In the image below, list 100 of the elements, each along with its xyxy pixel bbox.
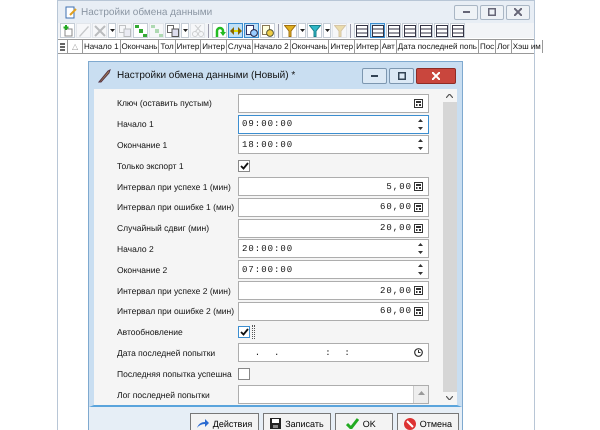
column-header[interactable]: Интер (201, 40, 227, 53)
spin-icon[interactable] (418, 264, 423, 276)
save-button[interactable]: Записать (263, 413, 331, 430)
column-header[interactable]: Интер (329, 40, 356, 53)
dropdown-button[interactable] (323, 23, 331, 38)
number-field[interactable]: 5,00 (238, 177, 429, 196)
window-title: Настройки обмена данными (81, 6, 214, 18)
layout-button[interactable] (386, 23, 401, 38)
time-field[interactable]: 20:00:00 (238, 239, 429, 258)
calculator-icon[interactable] (414, 98, 423, 108)
field-label: Дата последней попытки (117, 348, 216, 358)
field-label: Автообновление (117, 327, 184, 338)
spin-icon[interactable] (418, 243, 423, 254)
maximize-button[interactable] (480, 4, 504, 20)
caret-icon (182, 29, 188, 32)
layout-button[interactable] (434, 23, 449, 38)
field-label: Окончание 1 (117, 140, 168, 150)
spin-icon[interactable] (418, 139, 423, 150)
layout-button[interactable] (370, 23, 385, 38)
scroll-up-icon[interactable] (446, 94, 453, 98)
layout-icon (452, 24, 464, 36)
caret-icon (110, 29, 114, 32)
field-label: Интервал при ошибке 1 (мин) (117, 202, 236, 212)
layout-button[interactable] (402, 23, 417, 38)
find-button[interactable] (244, 23, 259, 38)
number-field[interactable]: 60,00 (238, 198, 429, 217)
layout-icon (404, 24, 416, 36)
checkbox[interactable] (238, 326, 250, 338)
checkmark-icon (346, 418, 359, 429)
dropdown-button[interactable] (181, 23, 189, 38)
column-header[interactable]: Дата последней попь (396, 40, 479, 53)
minimize-button[interactable] (362, 68, 387, 84)
search-icon (262, 24, 274, 36)
minimize-icon (462, 11, 470, 13)
column-header[interactable]: Окончань (120, 40, 160, 53)
column-header[interactable]: Случа (226, 40, 253, 53)
dropdown-button[interactable] (298, 23, 306, 38)
close-icon (514, 8, 522, 16)
column-header[interactable]: Тол (159, 40, 176, 53)
cancel-button[interactable]: Отмена (396, 413, 459, 430)
column-header[interactable]: Лог (496, 40, 512, 53)
layout-icon (356, 24, 368, 36)
number-field[interactable]: 20,00 (238, 218, 429, 238)
column-header[interactable]: Хэш им (512, 40, 543, 53)
field-label: Последняя попытка успешна (117, 368, 233, 379)
column-header[interactable]: Авт (380, 40, 397, 53)
spin-icon[interactable] (418, 118, 423, 130)
calculator-icon[interactable] (414, 224, 423, 233)
field-label: Интервал при успехе 2 (мин) (117, 286, 232, 296)
maximize-icon (398, 72, 406, 80)
calculator-icon[interactable] (414, 306, 423, 316)
column-header[interactable]: Интер (355, 40, 381, 53)
memo-field[interactable] (238, 385, 429, 404)
layout-button[interactable] (450, 23, 465, 38)
tree-icon (134, 24, 146, 36)
minimize-button[interactable] (454, 4, 478, 20)
layout-button[interactable] (418, 23, 433, 38)
date-time-field[interactable]: . . : : (238, 343, 429, 362)
calculator-icon[interactable] (414, 202, 423, 212)
checkbox[interactable] (238, 368, 250, 380)
column-header[interactable]: Окончань (290, 40, 330, 53)
column-header[interactable]: Начало 1 (83, 40, 121, 53)
clock-icon[interactable] (414, 348, 423, 358)
scissors-icon (192, 24, 204, 36)
time-field[interactable]: 18:00:00 (238, 135, 429, 154)
dropdown-button[interactable] (108, 23, 116, 38)
column-header[interactable]: Начало 2 (252, 40, 291, 53)
field-label: Лог последней попытки (117, 390, 211, 400)
number-field[interactable]: 60,00 (238, 302, 429, 321)
filter-button[interactable] (307, 23, 322, 38)
tree-button[interactable] (133, 23, 148, 38)
arrows-button[interactable] (228, 23, 243, 38)
input-field[interactable] (238, 94, 429, 113)
number-field[interactable]: 20,00 (238, 281, 429, 300)
calculator-icon[interactable] (414, 182, 423, 192)
close-button[interactable] (416, 68, 456, 84)
checkbox[interactable] (238, 160, 250, 172)
column-header[interactable]: Пос (478, 40, 496, 53)
dialog-title: Настройки обмена данными (Новый) * (117, 70, 296, 81)
caret-icon (324, 29, 330, 32)
ok-button[interactable]: OK (334, 413, 393, 430)
cancel-icon (404, 418, 416, 430)
time-field[interactable]: 07:00:00 (238, 260, 429, 280)
maximize-icon (488, 8, 496, 16)
find-icon (246, 24, 258, 36)
filter-button[interactable] (282, 23, 297, 38)
maximize-button[interactable] (389, 68, 414, 84)
search-button[interactable] (260, 23, 275, 38)
calculator-icon[interactable] (414, 286, 423, 296)
grid-menu-button[interactable] (58, 40, 68, 53)
scroll-down-icon[interactable] (446, 396, 453, 400)
copy-button[interactable] (165, 23, 180, 38)
menu-icon (60, 42, 65, 50)
column-header[interactable]: Интер (176, 40, 202, 53)
time-field[interactable]: 09:00:00 (238, 114, 429, 134)
layout-icon (372, 24, 384, 36)
refresh-button[interactable] (212, 23, 227, 38)
actions-button[interactable]: Действия (190, 413, 260, 430)
close-button[interactable] (506, 4, 530, 20)
layout-button[interactable] (354, 23, 369, 38)
